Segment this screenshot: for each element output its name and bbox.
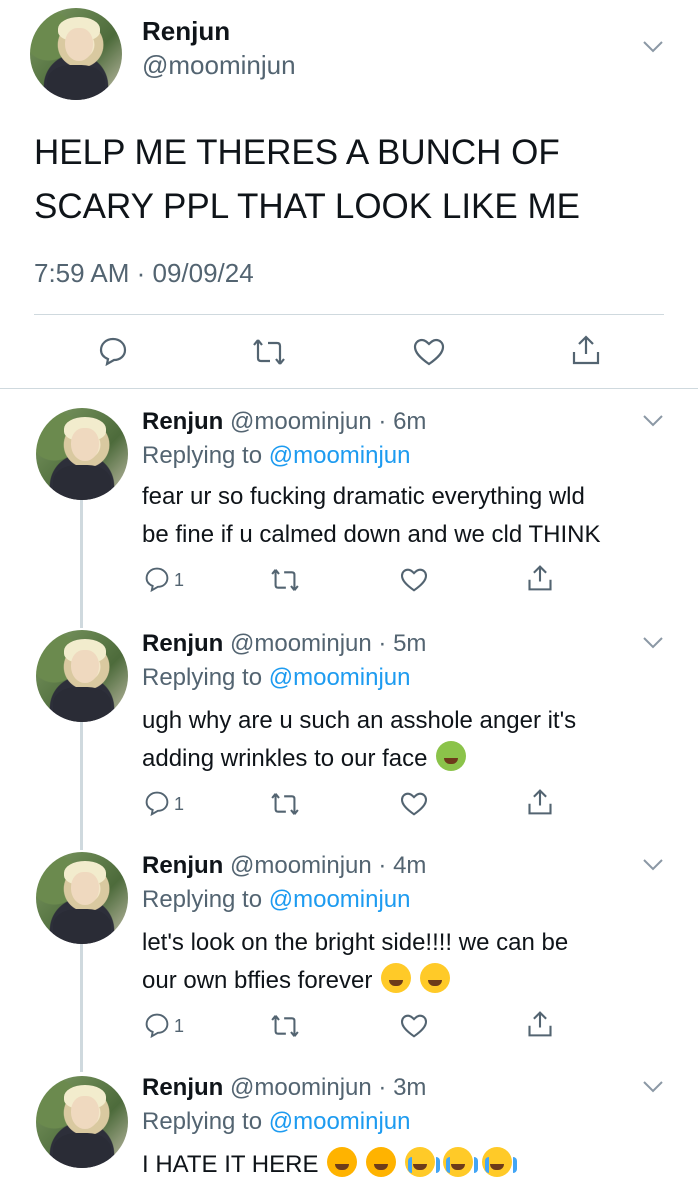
- replying-to: Replying to @moominjun: [142, 886, 411, 914]
- reply-text-line: adding wrinkles to our face: [142, 745, 428, 772]
- reply-count: 1: [174, 794, 185, 814]
- reply-header: Renjun @moominjun · 3m: [142, 1074, 426, 1102]
- author-meta[interactable]: @moominjun · 4m: [230, 852, 426, 879]
- chevron-down-icon[interactable]: [642, 1080, 664, 1094]
- retweet-icon[interactable]: [270, 1014, 300, 1038]
- reply-count: 1: [174, 1016, 185, 1036]
- replying-to-link[interactable]: @moominjun: [269, 442, 411, 469]
- replying-to: Replying to @moominjun: [142, 442, 411, 470]
- confounded-face-emoji: [365, 1147, 396, 1177]
- reply-text-line: ugh why are u such an asshole anger it's: [142, 707, 577, 734]
- laughing-face-emoji: [419, 963, 450, 993]
- reply-text-line: I HATE IT HERE: [142, 1151, 319, 1178]
- reply-text-line: let's look on the bright side!!!! we can…: [142, 929, 569, 956]
- retweet-icon[interactable]: [270, 792, 300, 816]
- replying-to: Replying to @moominjun: [142, 664, 411, 692]
- avatar[interactable]: [36, 852, 128, 944]
- like-icon[interactable]: [400, 1014, 428, 1038]
- crying-face-emoji: [443, 1147, 479, 1177]
- author-meta[interactable]: @moominjun · 6m: [230, 408, 426, 435]
- share-icon[interactable]: [526, 788, 554, 816]
- like-icon[interactable]: [400, 568, 428, 592]
- crying-face-emoji: [481, 1147, 517, 1177]
- divider: [0, 388, 698, 389]
- reply-header: Renjun @moominjun · 4m: [142, 852, 426, 880]
- chevron-down-icon[interactable]: [642, 40, 664, 54]
- reply-text-line-wrap: I HATE IT HERE: [142, 1146, 672, 1184]
- reply-icon[interactable]: [98, 336, 128, 366]
- replying-to-label: Replying to: [142, 1108, 269, 1135]
- reply-icon[interactable]: [144, 1012, 170, 1038]
- thread-line: [80, 944, 83, 1072]
- reply-header: Renjun @moominjun · 6m: [142, 408, 426, 436]
- replying-to-link[interactable]: @moominjun: [269, 664, 411, 691]
- tweet-text-line: HELP ME THERES A BUNCH OF: [34, 133, 560, 172]
- reply-text: let's look on the bright side!!!! we can…: [142, 924, 672, 1000]
- confounded-face-emoji: [327, 1147, 358, 1177]
- reply-text: I HATE IT HERE: [142, 1146, 672, 1184]
- author-name[interactable]: Renjun: [142, 408, 223, 435]
- tweet-text-line: SCARY PPL THAT LOOK LIKE ME: [34, 187, 580, 226]
- replying-to-label: Replying to: [142, 664, 269, 691]
- share-icon[interactable]: [570, 334, 602, 366]
- chevron-down-icon[interactable]: [642, 858, 664, 872]
- like-icon[interactable]: [413, 338, 445, 366]
- replying-to-link[interactable]: @moominjun: [269, 1108, 411, 1135]
- retweet-icon[interactable]: [270, 568, 300, 592]
- author-handle[interactable]: @moominjun: [142, 50, 296, 81]
- replying-to-label: Replying to: [142, 442, 269, 469]
- chevron-down-icon[interactable]: [642, 414, 664, 428]
- replying-to: Replying to @moominjun: [142, 1108, 411, 1136]
- reply-icon[interactable]: [144, 790, 170, 816]
- reply-icon[interactable]: [144, 566, 170, 592]
- author-name[interactable]: Renjun: [142, 16, 230, 47]
- author-meta[interactable]: @moominjun · 5m: [230, 630, 426, 657]
- replying-to-label: Replying to: [142, 886, 269, 913]
- retweet-icon[interactable]: [252, 338, 286, 366]
- laughing-face-emoji: [381, 963, 412, 993]
- reply-text-line-wrap: adding wrinkles to our face: [142, 740, 672, 778]
- replying-to-link[interactable]: @moominjun: [269, 886, 411, 913]
- avatar[interactable]: [36, 408, 128, 500]
- share-icon[interactable]: [526, 1010, 554, 1038]
- author-name[interactable]: Renjun: [142, 852, 223, 879]
- reply-text-line: be fine if u calmed down and we cld THIN…: [142, 521, 601, 548]
- chevron-down-icon[interactable]: [642, 636, 664, 650]
- like-icon[interactable]: [400, 792, 428, 816]
- thread-line: [80, 500, 83, 628]
- reply-count: 1: [174, 570, 185, 590]
- reply-text-line: our own bffies forever: [142, 967, 373, 994]
- reply-text: fear ur so fucking dramatic everything w…: [142, 478, 672, 554]
- author-name[interactable]: Renjun: [142, 630, 223, 657]
- crying-face-emoji: [404, 1147, 440, 1177]
- author-name[interactable]: Renjun: [142, 1074, 223, 1101]
- tweet-text: HELP ME THERES A BUNCH OF SCARY PPL THAT…: [34, 126, 654, 234]
- reply-text-line: fear ur so fucking dramatic everything w…: [142, 483, 585, 510]
- reply-text-line-wrap: our own bffies forever: [142, 962, 672, 1000]
- author-meta[interactable]: @moominjun · 3m: [230, 1074, 426, 1101]
- divider: [34, 314, 664, 315]
- thread-line: [80, 722, 83, 850]
- avatar[interactable]: [36, 630, 128, 722]
- reply-text: ugh why are u such an asshole anger it's…: [142, 702, 672, 778]
- share-icon[interactable]: [526, 564, 554, 592]
- nauseated-face-emoji: [436, 741, 467, 771]
- tweet-timestamp[interactable]: 7:59 AM · 09/09/24: [34, 258, 254, 289]
- reply-header: Renjun @moominjun · 5m: [142, 630, 426, 658]
- avatar[interactable]: [30, 8, 122, 100]
- avatar[interactable]: [36, 1076, 128, 1168]
